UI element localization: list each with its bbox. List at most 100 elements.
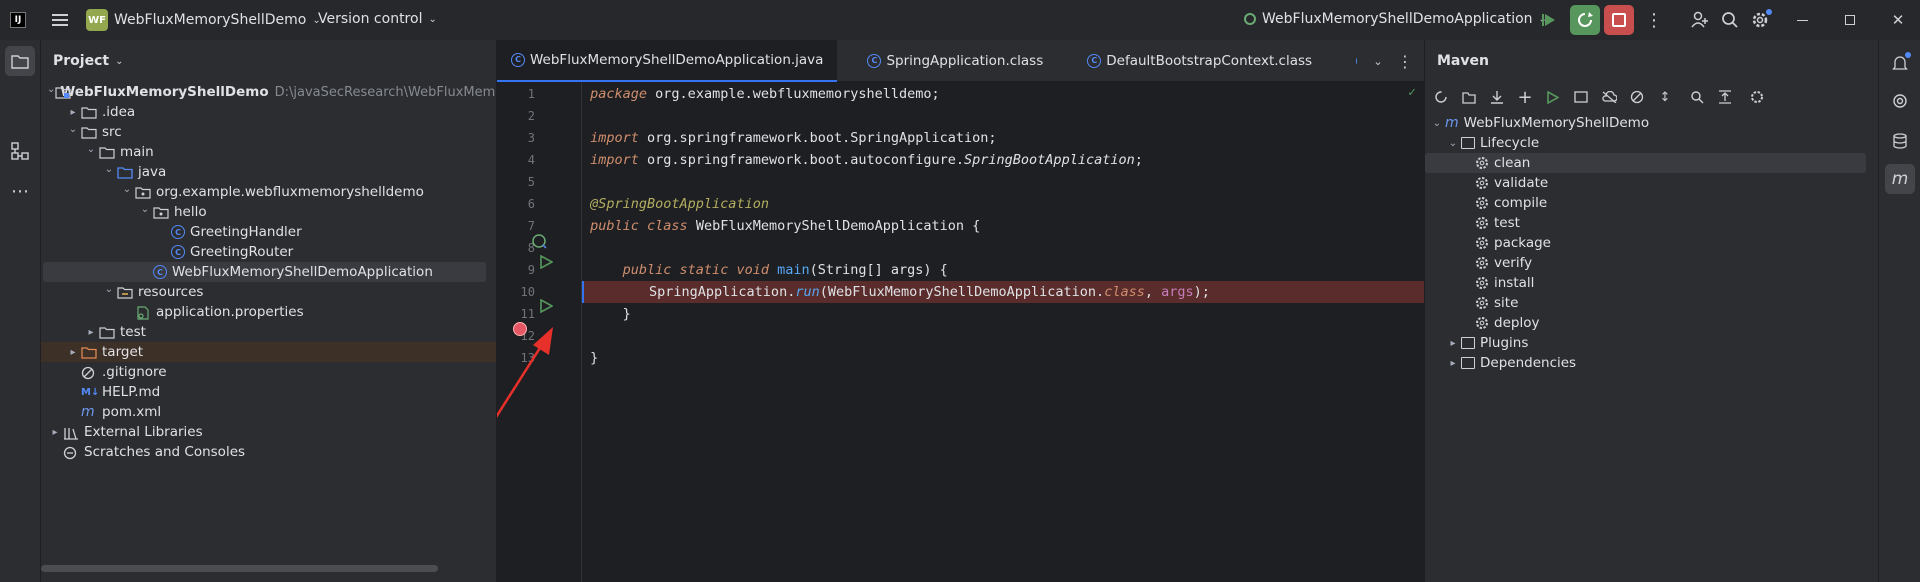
tab-options-icon[interactable]: ⋮	[1394, 50, 1416, 72]
chevron-down-icon[interactable]: ⌄	[1445, 138, 1461, 149]
tree-item[interactable]: ⌄ resources	[41, 282, 496, 302]
chevron-right-icon[interactable]: ▸	[65, 107, 81, 118]
run-config-selector[interactable]: WebFluxMemoryShellDemoApplication ⌄	[1244, 11, 1547, 27]
expand-all-icon[interactable]	[1711, 83, 1739, 111]
tree-item[interactable]: C GreetingRouter	[41, 242, 496, 262]
maven-tool-icon[interactable]: m	[1885, 164, 1915, 194]
chevron-down-icon[interactable]: ⌄	[65, 124, 81, 135]
version-control-selector[interactable]: Version control ⌄	[318, 11, 437, 27]
tabs-dropdown-icon[interactable]: ⌄	[1367, 50, 1389, 72]
editor-tab[interactable]: C SpringApplication.class	[853, 40, 1057, 82]
lightbulb-icon[interactable]	[614, 262, 691, 297]
restore-icon[interactable]	[1838, 8, 1862, 32]
tree-item[interactable]: application.properties	[41, 302, 496, 322]
maven-lifecycle[interactable]: ⌄ Lifecycle	[1425, 133, 1878, 153]
maven-dependencies[interactable]: ▸ Dependencies	[1425, 353, 1878, 373]
tree-item[interactable]: ⌄ hello	[41, 202, 496, 222]
run-main-icon[interactable]	[539, 298, 555, 315]
offline-mode-icon[interactable]	[1595, 83, 1623, 111]
editor-tab[interactable]: C WebFluxMemoryShellDemoApplication.java	[497, 40, 838, 82]
tree-item[interactable]: Scratches and Consoles	[41, 442, 496, 462]
chevron-down-icon[interactable]: ⌄	[101, 284, 117, 295]
stop-icon[interactable]	[1604, 5, 1634, 35]
structure-tool-icon[interactable]	[5, 136, 35, 166]
chevron-right-icon[interactable]: ▸	[1445, 338, 1461, 349]
minimize-icon[interactable]	[1790, 8, 1814, 32]
intellij-logo-icon[interactable]: IJ	[10, 12, 26, 28]
maven-goal-test[interactable]: test	[1425, 213, 1878, 233]
tree-item[interactable]: ⌄ java	[41, 162, 496, 182]
tree-item[interactable]: ⌄ src	[41, 122, 496, 142]
code-line-10-breakpoint: SpringApplication.run(WebFluxMemoryShell…	[582, 281, 1424, 303]
code-line-6: @SpringBootApplication	[582, 193, 1424, 215]
maven-goal-deploy[interactable]: deploy	[1425, 313, 1878, 333]
chevron-right-icon[interactable]: ▸	[83, 327, 99, 338]
annotation-text: @SpringBootApplication	[590, 196, 769, 212]
ai-assistant-icon[interactable]	[1885, 86, 1915, 116]
maven-panel-header: Maven	[1425, 40, 1878, 82]
horizontal-scrollbar[interactable]	[41, 565, 438, 572]
maven-goal-site[interactable]: site	[1425, 293, 1878, 313]
maven-settings-icon[interactable]	[1743, 83, 1771, 111]
maven-goal-package[interactable]: package	[1425, 233, 1878, 253]
tree-item[interactable]: ⌄ main	[41, 142, 496, 162]
chevron-down-icon[interactable]: ⌄	[83, 144, 99, 155]
tree-item[interactable]: M↓ HELP.md	[41, 382, 496, 402]
notifications-icon[interactable]	[1885, 48, 1915, 78]
tree-item[interactable]: .gitignore	[41, 362, 496, 382]
chevron-right-icon[interactable]: ▸	[47, 427, 63, 438]
project-tool-icon[interactable]	[5, 46, 35, 76]
run-with-coverage-icon[interactable]	[1538, 8, 1562, 32]
add-user-icon[interactable]	[1688, 8, 1712, 32]
run-maven-icon[interactable]	[1539, 83, 1567, 111]
database-icon[interactable]	[1885, 126, 1915, 156]
method-name: run	[795, 284, 820, 300]
maven-goal-install[interactable]: install	[1425, 273, 1878, 293]
tree-item[interactable]: C GreetingHandler	[41, 222, 496, 242]
more-tools-icon[interactable]: ⋯	[5, 176, 35, 206]
tree-item[interactable]: C WebFluxMemoryShellDemoApplication	[43, 262, 486, 282]
chevron-down-icon[interactable]: ⌄	[47, 84, 55, 95]
skip-tests-icon[interactable]	[1623, 83, 1651, 111]
settings-gear-icon[interactable]	[1748, 8, 1772, 32]
chevron-down-icon[interactable]: ⌄	[101, 164, 117, 175]
search-icon[interactable]	[1718, 8, 1742, 32]
execute-goal-icon[interactable]	[1567, 83, 1595, 111]
chevron-right-icon[interactable]: ▸	[1445, 358, 1461, 369]
maven-goal-verify[interactable]: verify	[1425, 253, 1878, 273]
chevron-down-icon[interactable]: ⌄	[137, 204, 153, 215]
collapse-all-icon[interactable]: ↕	[1651, 83, 1679, 111]
maven-goal-clean[interactable]: clean	[1425, 153, 1866, 173]
run-class-icon[interactable]	[539, 254, 555, 271]
reload-icon[interactable]	[1427, 83, 1455, 111]
code-area[interactable]: ✓ package org.example.webfluxmemoryshell…	[581, 83, 1424, 582]
maven-goal-validate[interactable]: validate	[1425, 173, 1878, 193]
find-icon[interactable]	[1683, 83, 1711, 111]
maven-plugins[interactable]: ▸ Plugins	[1425, 333, 1878, 353]
chevron-down-icon[interactable]: ⌄	[119, 184, 135, 195]
main-menu-icon[interactable]	[50, 10, 70, 30]
line-number: 4	[527, 153, 535, 167]
rerun-icon[interactable]	[1570, 5, 1600, 35]
add-icon[interactable]: +	[1511, 83, 1539, 111]
chevron-right-icon[interactable]: ▸	[65, 347, 81, 358]
tree-item[interactable]: ▸ .idea	[41, 102, 496, 122]
tree-item[interactable]: ⌄ org.example.webfluxmemoryshelldemo	[41, 182, 496, 202]
bean-icon[interactable]	[531, 233, 547, 249]
maven-goal-compile[interactable]: compile	[1425, 193, 1878, 213]
editor-tab[interactable]: C DefaultBootstrapContext.class	[1073, 40, 1326, 82]
tree-item[interactable]: ▸ test	[41, 322, 496, 342]
close-icon[interactable]: ✕	[1886, 8, 1910, 32]
chevron-down-icon[interactable]: ⌄	[1429, 118, 1445, 129]
tree-item[interactable]: ▸ External Libraries	[41, 422, 496, 442]
project-panel-header[interactable]: Project ⌄	[41, 40, 496, 82]
more-actions-icon[interactable]: ⋮	[1642, 8, 1666, 32]
maven-root-project[interactable]: ⌄ m WebFluxMemoryShellDemo	[1425, 113, 1878, 133]
tree-item[interactable]: ▸ target	[41, 342, 496, 362]
tree-item[interactable]: m pom.xml	[41, 402, 496, 422]
editor-tab[interactable]: CSimpl	[1342, 40, 1357, 82]
download-icon[interactable]	[1483, 83, 1511, 111]
generate-sources-icon[interactable]	[1455, 83, 1483, 111]
tree-item[interactable]: ⌄ WebFluxMemoryShellDemo D:\javaSecResearc…	[41, 82, 496, 102]
project-selector[interactable]: WF WebFluxMemoryShellDemo ⌄	[86, 9, 321, 31]
